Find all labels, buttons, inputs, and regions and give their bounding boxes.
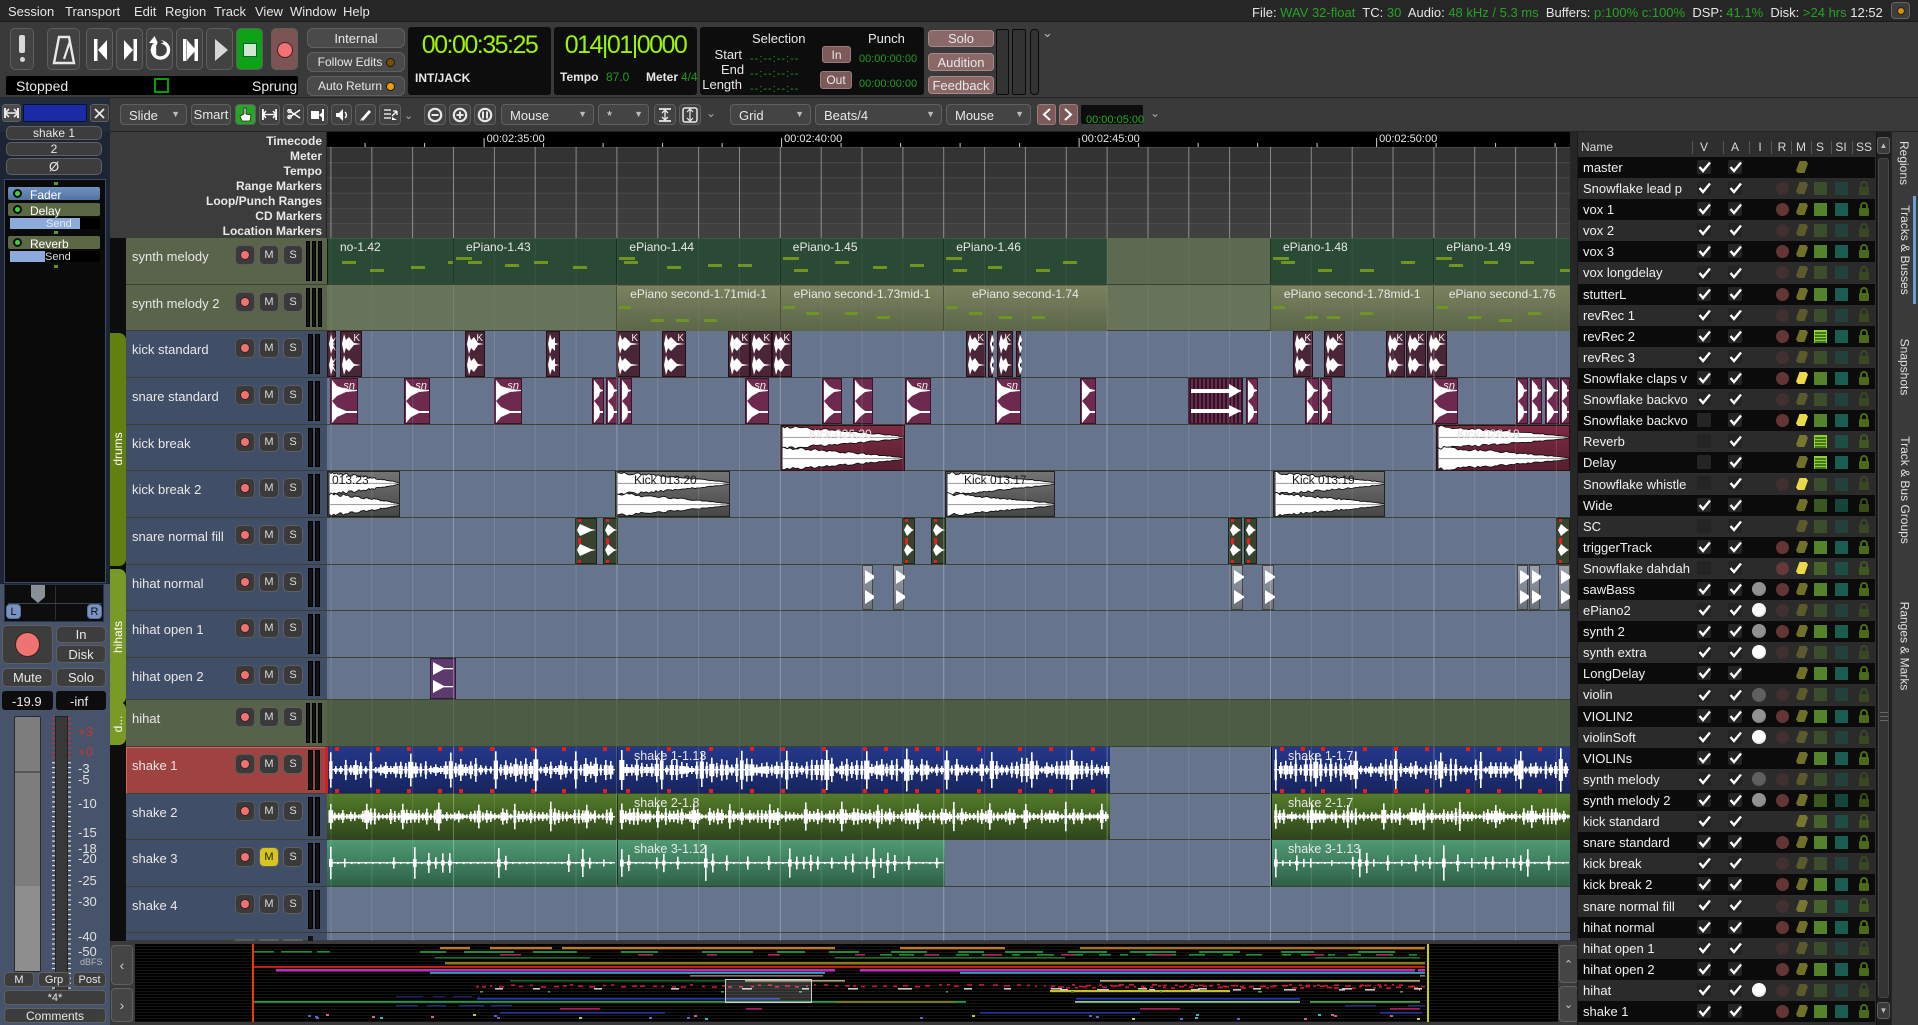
svg-text:hihats: hihats [111, 621, 125, 653]
svg-text:d...: d... [111, 716, 125, 733]
svg-text:drums: drums [111, 432, 125, 465]
